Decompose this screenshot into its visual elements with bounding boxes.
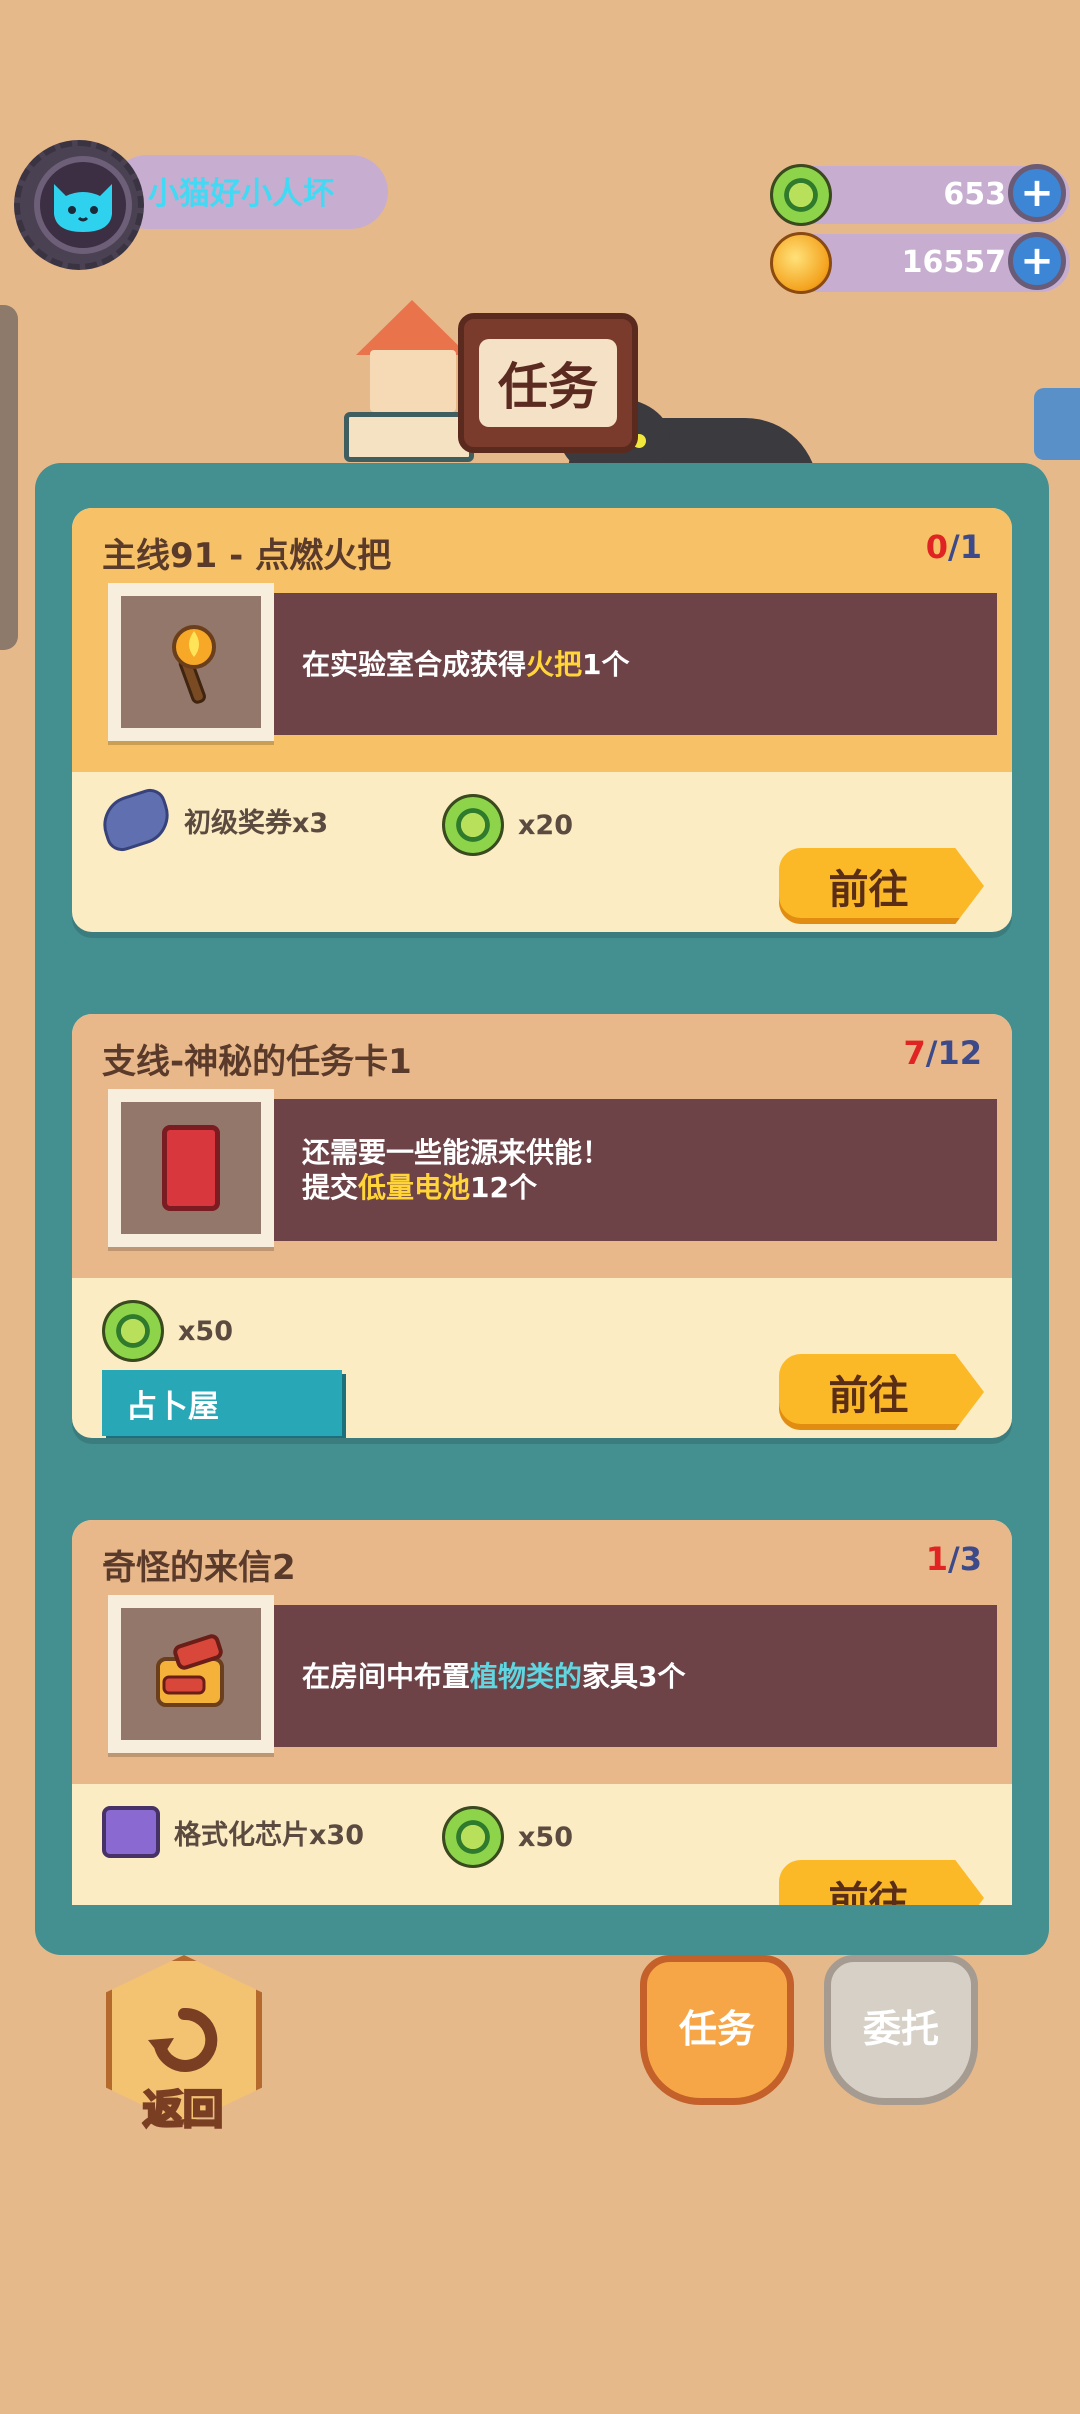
right-edge-tab[interactable] (1034, 388, 1080, 460)
gem-count: 653 (943, 177, 1006, 212)
cat-face-icon (54, 184, 112, 232)
task-card-side: 支线-神秘的任务卡1 7/12 还需要一些能源来供能！ 提交低量电池12个 x5… (72, 1014, 1012, 1438)
tab-tasks[interactable]: 任务 (640, 1955, 794, 2105)
reward-item: x20 (442, 794, 573, 856)
tab-commission-label: 委托 (862, 2007, 939, 2051)
task-progress: 7/12 (903, 1034, 982, 1072)
task-description: 还需要一些能源来供能！ 提交低量电池12个 (302, 1136, 611, 1204)
green-gem-coin-icon (102, 1300, 164, 1362)
task-progress: 0/1 (925, 528, 982, 566)
green-gem-coin-icon (442, 1806, 504, 1868)
location-tag: 占卜屋 (102, 1370, 342, 1436)
left-edge-tab[interactable] (0, 305, 18, 650)
task-description: 在实验室合成获得火把1个 (302, 647, 630, 681)
reward-item: 格式化芯片x30 (102, 1806, 364, 1858)
chip-icon (102, 1806, 160, 1858)
ticket-icon (95, 784, 177, 856)
green-gem-coin-icon (442, 794, 504, 856)
gold-count: 16557 (901, 245, 1006, 280)
house-decoration (356, 300, 468, 355)
task-title: 主线91 - 点燃火把 (102, 536, 392, 576)
reward-item: x50 (442, 1806, 573, 1868)
task-description: 在房间中布置植物类的家具3个 (302, 1659, 686, 1693)
avatar[interactable] (34, 156, 132, 254)
task-title: 支线-神秘的任务卡1 (102, 1042, 412, 1082)
furniture-icon (156, 1634, 224, 1707)
go-button[interactable]: 前往 (779, 848, 984, 924)
task-card-main: 主线91 - 点燃火把 0/1 在实验室合成获得火把1个 初级奖券x3 x20 … (72, 508, 1012, 932)
task-title: 奇怪的来信2 (102, 1548, 296, 1588)
books-decoration (344, 412, 474, 462)
add-gold-button[interactable]: + (1008, 232, 1066, 290)
task-thumbnail (108, 1089, 274, 1247)
task-list[interactable]: 主线91 - 点燃火把 0/1 在实验室合成获得火把1个 初级奖券x3 x20 … (47, 475, 1037, 1905)
return-arrow-icon (148, 2007, 218, 2072)
reward-item: x50 (102, 1300, 233, 1362)
title-board: 任务 (458, 313, 638, 453)
house-body (370, 350, 456, 412)
back-label[interactable]: 返回 (128, 2077, 238, 2135)
tab-commission[interactable]: 委托 (824, 1955, 978, 2105)
battery-icon (162, 1125, 220, 1211)
task-thumbnail (108, 1595, 274, 1753)
go-button[interactable]: 前往 (779, 1860, 984, 1905)
go-button[interactable]: 前往 (779, 1354, 984, 1430)
task-card-letter: 奇怪的来信2 1/3 在房间中布置植物类的家具3个 格式化芯片x30 x50 前… (72, 1520, 1012, 1905)
reward-item: 初级奖券x3 (95, 784, 328, 856)
torch-icon (172, 625, 216, 704)
add-gems-button[interactable]: + (1008, 164, 1066, 222)
task-thumbnail (108, 583, 274, 741)
player-name: 小猫好小人坏 (148, 176, 334, 212)
page-title: 任务 (479, 339, 617, 427)
tab-tasks-label: 任务 (678, 2007, 755, 2051)
task-progress: 1/3 (925, 1540, 982, 1578)
